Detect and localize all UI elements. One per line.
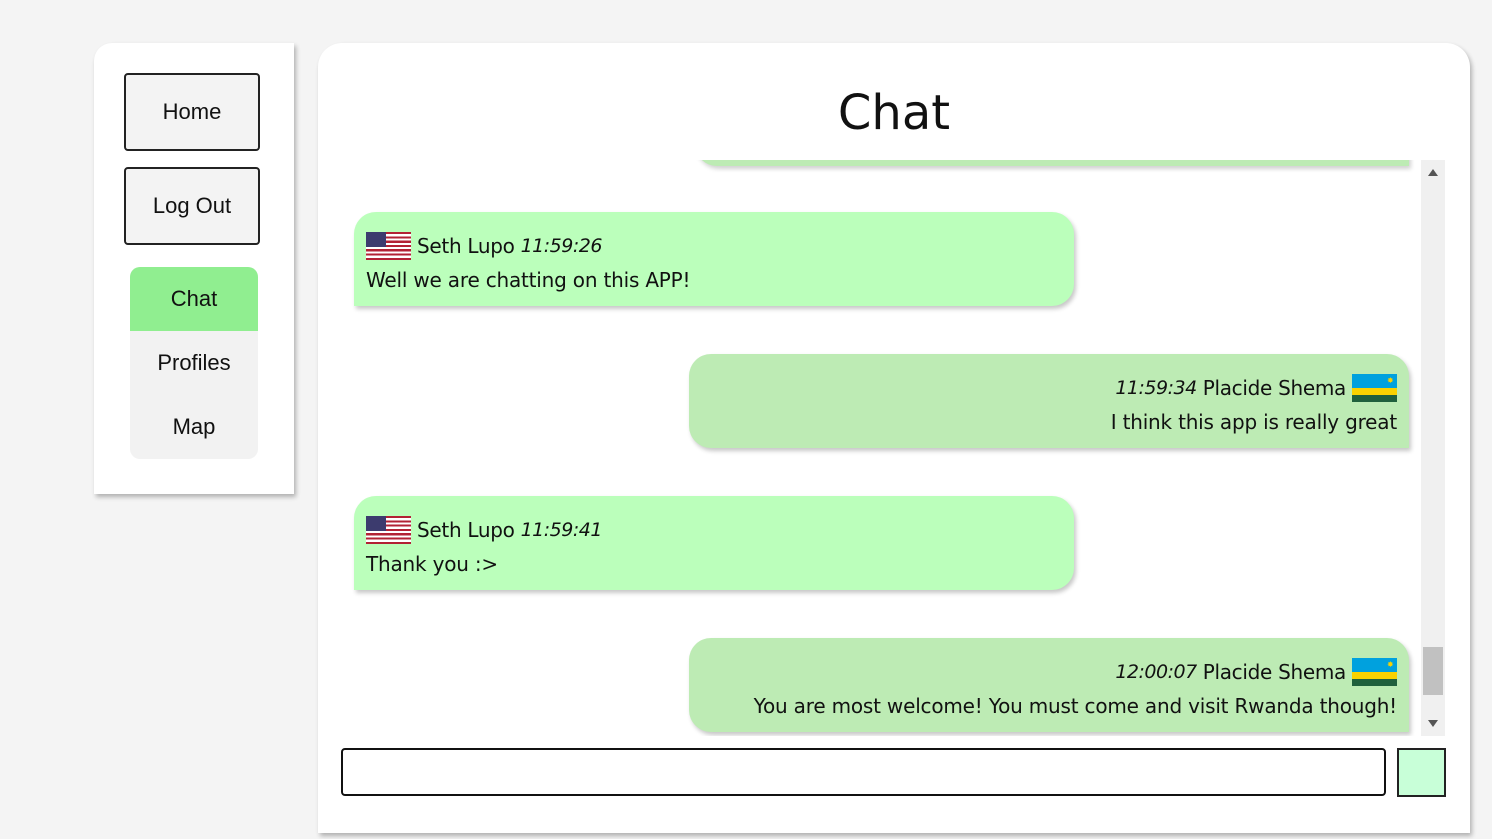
send-button[interactable] <box>1397 748 1446 797</box>
message-time: 11:59:26 <box>520 235 603 257</box>
page-title: Chat <box>837 85 951 141</box>
rwanda-flag-icon: ✸ <box>1352 374 1397 402</box>
nav-item-chat[interactable]: Chat <box>130 267 258 331</box>
nav-menu: Chat Profiles Map <box>130 267 258 459</box>
chat-panel: Chat Seth Lupo 11:59:26 Well we are chat… <box>318 43 1470 833</box>
message-list[interactable]: Seth Lupo 11:59:26 Well we are chatting … <box>342 160 1446 736</box>
logout-button[interactable]: Log Out <box>124 167 260 245</box>
message-text: You are most welcome! You must come and … <box>753 694 1398 718</box>
rwanda-flag-icon: ✸ <box>1352 658 1397 686</box>
message-time: 11:59:41 <box>520 519 603 541</box>
us-flag-icon <box>366 232 411 260</box>
home-button[interactable]: Home <box>124 73 260 151</box>
message-text: Well we are chatting on this APP! <box>366 268 691 292</box>
nav-item-map[interactable]: Map <box>130 395 258 459</box>
sender-name: Seth Lupo <box>417 518 515 542</box>
scroll-up-arrow-icon[interactable] <box>1428 169 1438 176</box>
sender-name: Seth Lupo <box>417 234 515 258</box>
sender-name: Placide Shema <box>1202 376 1347 400</box>
message-bubble-partial <box>695 160 1409 166</box>
us-flag-icon <box>366 516 411 544</box>
message-text: I think this app is really great <box>1110 410 1397 434</box>
scroll-down-arrow-icon[interactable] <box>1428 720 1438 727</box>
scrollbar-thumb[interactable] <box>1423 647 1443 695</box>
message-bubble: 11:59:34 Placide Shema ✸ I think this ap… <box>689 354 1409 448</box>
message-text: Thank you :> <box>366 552 498 576</box>
message-list-scrollbar[interactable] <box>1421 160 1445 736</box>
message-time: 12:00:07 <box>1115 661 1197 683</box>
message-bubble: Seth Lupo 11:59:26 Well we are chatting … <box>354 212 1074 306</box>
message-input[interactable] <box>341 748 1386 796</box>
message-bubble: Seth Lupo 11:59:41 Thank you :> <box>354 496 1074 590</box>
message-bubble: 12:00:07 Placide Shema ✸ You are most we… <box>689 638 1409 732</box>
message-time: 11:59:34 <box>1115 377 1197 399</box>
nav-item-profiles[interactable]: Profiles <box>130 331 258 395</box>
sidebar: Home Log Out Chat Profiles Map <box>94 43 294 494</box>
sender-name: Placide Shema <box>1202 660 1347 684</box>
